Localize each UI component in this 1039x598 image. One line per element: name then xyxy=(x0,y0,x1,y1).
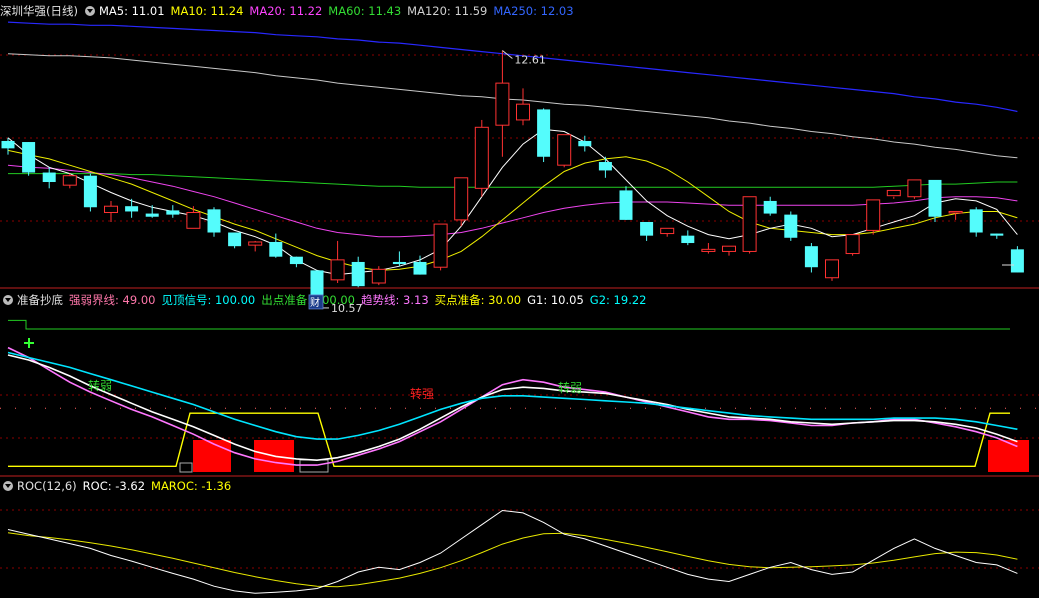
signal-box xyxy=(193,440,231,472)
candle-body-down xyxy=(166,210,180,215)
annotation-weak2: 转弱 xyxy=(558,380,582,395)
low-label: 10.57 xyxy=(331,302,363,315)
candle-body-down xyxy=(22,142,36,173)
candle-body-up xyxy=(742,196,757,252)
candle-body-down xyxy=(1,140,15,149)
candle-body-down xyxy=(640,221,654,236)
candle-body-up xyxy=(825,259,839,279)
candle-body-up xyxy=(722,245,736,252)
candle-body-down xyxy=(289,256,303,265)
high-label: 12.61 xyxy=(514,54,546,67)
candle-body-down xyxy=(392,261,406,265)
signal-outline-box xyxy=(299,459,329,473)
candle-body-up xyxy=(886,189,901,197)
candle-body-down xyxy=(537,109,551,157)
candle-body-up xyxy=(371,268,386,284)
candle-body-up xyxy=(474,126,489,189)
candle-body-down xyxy=(598,162,612,171)
signal-outline-box xyxy=(179,462,193,473)
candle-body-down xyxy=(310,270,324,298)
candle-body-up xyxy=(557,134,572,166)
candle-body-up xyxy=(516,103,530,121)
candle-body-up xyxy=(701,248,716,252)
candle-body-down xyxy=(269,241,283,257)
candle-body-down xyxy=(351,261,365,287)
candle-body-up xyxy=(660,227,675,235)
series-MAROC xyxy=(7,532,1018,588)
signal-box xyxy=(988,440,1029,472)
candle-body-down xyxy=(125,206,139,212)
candle-body-down xyxy=(969,209,983,233)
candle-body-up xyxy=(433,223,448,268)
ma120-line xyxy=(7,53,1018,159)
series-ROC xyxy=(7,509,1018,594)
candle-body-up xyxy=(248,241,263,246)
ref-line-100 xyxy=(8,319,1010,330)
candle-body-down xyxy=(763,200,777,214)
candle-body-up xyxy=(62,175,77,186)
annotation-weak1: 转弱 xyxy=(88,378,112,393)
candle-body-down xyxy=(578,140,592,147)
cai-label: 财 xyxy=(310,296,320,309)
candle-body-down xyxy=(145,213,159,217)
candle-body-up xyxy=(104,205,118,214)
stock-chart[interactable]: 12.6110.57财转弱转强 转弱 xyxy=(0,0,1039,598)
start-marker-icon xyxy=(24,338,34,348)
candle-body-up xyxy=(866,199,881,231)
candle-body-down xyxy=(990,233,1004,236)
candle-body-down xyxy=(83,175,97,208)
ma5-line xyxy=(7,128,1018,276)
ma60-line xyxy=(8,173,1018,188)
candle-body-down xyxy=(681,235,695,244)
ma250-line xyxy=(7,21,1018,113)
candle-body-up xyxy=(845,234,860,255)
series-G1 xyxy=(7,354,1018,462)
candle-body-up xyxy=(948,210,963,214)
candle-body-down xyxy=(1010,249,1024,273)
series-趋势线 xyxy=(7,346,1018,466)
buy-prep-line xyxy=(8,412,1010,468)
annotation-strong: 转强 xyxy=(410,386,434,401)
candle-body-up xyxy=(330,259,345,281)
candle-body-up xyxy=(454,177,469,221)
candle-body-up xyxy=(186,212,201,229)
candle-body-down xyxy=(928,179,942,217)
ma10-line xyxy=(7,149,1018,271)
candle-body-down xyxy=(42,172,56,183)
candle-body-down xyxy=(804,246,818,268)
series-G2 xyxy=(7,351,1018,440)
candle-body-up xyxy=(907,179,922,198)
candle-body-down xyxy=(784,214,798,238)
candle-body-down xyxy=(413,261,427,275)
candle-body-down xyxy=(228,232,242,247)
candle-body-down xyxy=(207,209,221,233)
candle-body-down xyxy=(619,190,633,220)
candle-body-up xyxy=(495,82,510,126)
ma20-line xyxy=(7,164,1018,238)
